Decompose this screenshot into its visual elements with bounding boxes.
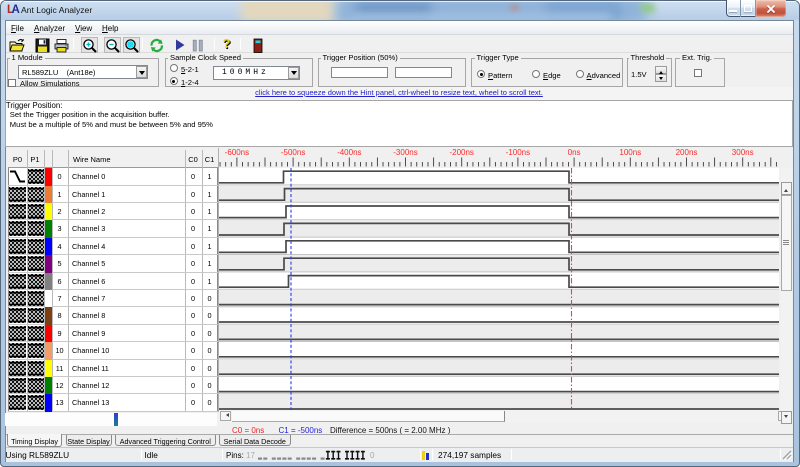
- svg-text:200ns: 200ns: [676, 148, 698, 157]
- svg-text:-200ns: -200ns: [449, 148, 473, 157]
- svg-text:100ns: 100ns: [619, 148, 641, 157]
- svg-text:-300ns: -300ns: [393, 148, 417, 157]
- svg-text:-100ns: -100ns: [506, 148, 530, 157]
- svg-text:-400ns: -400ns: [337, 148, 361, 157]
- svg-text:0ns: 0ns: [568, 148, 581, 157]
- svg-text:-600ns: -600ns: [225, 148, 249, 157]
- svg-text:300ns: 300ns: [732, 148, 754, 157]
- svg-text:-500ns: -500ns: [281, 148, 305, 157]
